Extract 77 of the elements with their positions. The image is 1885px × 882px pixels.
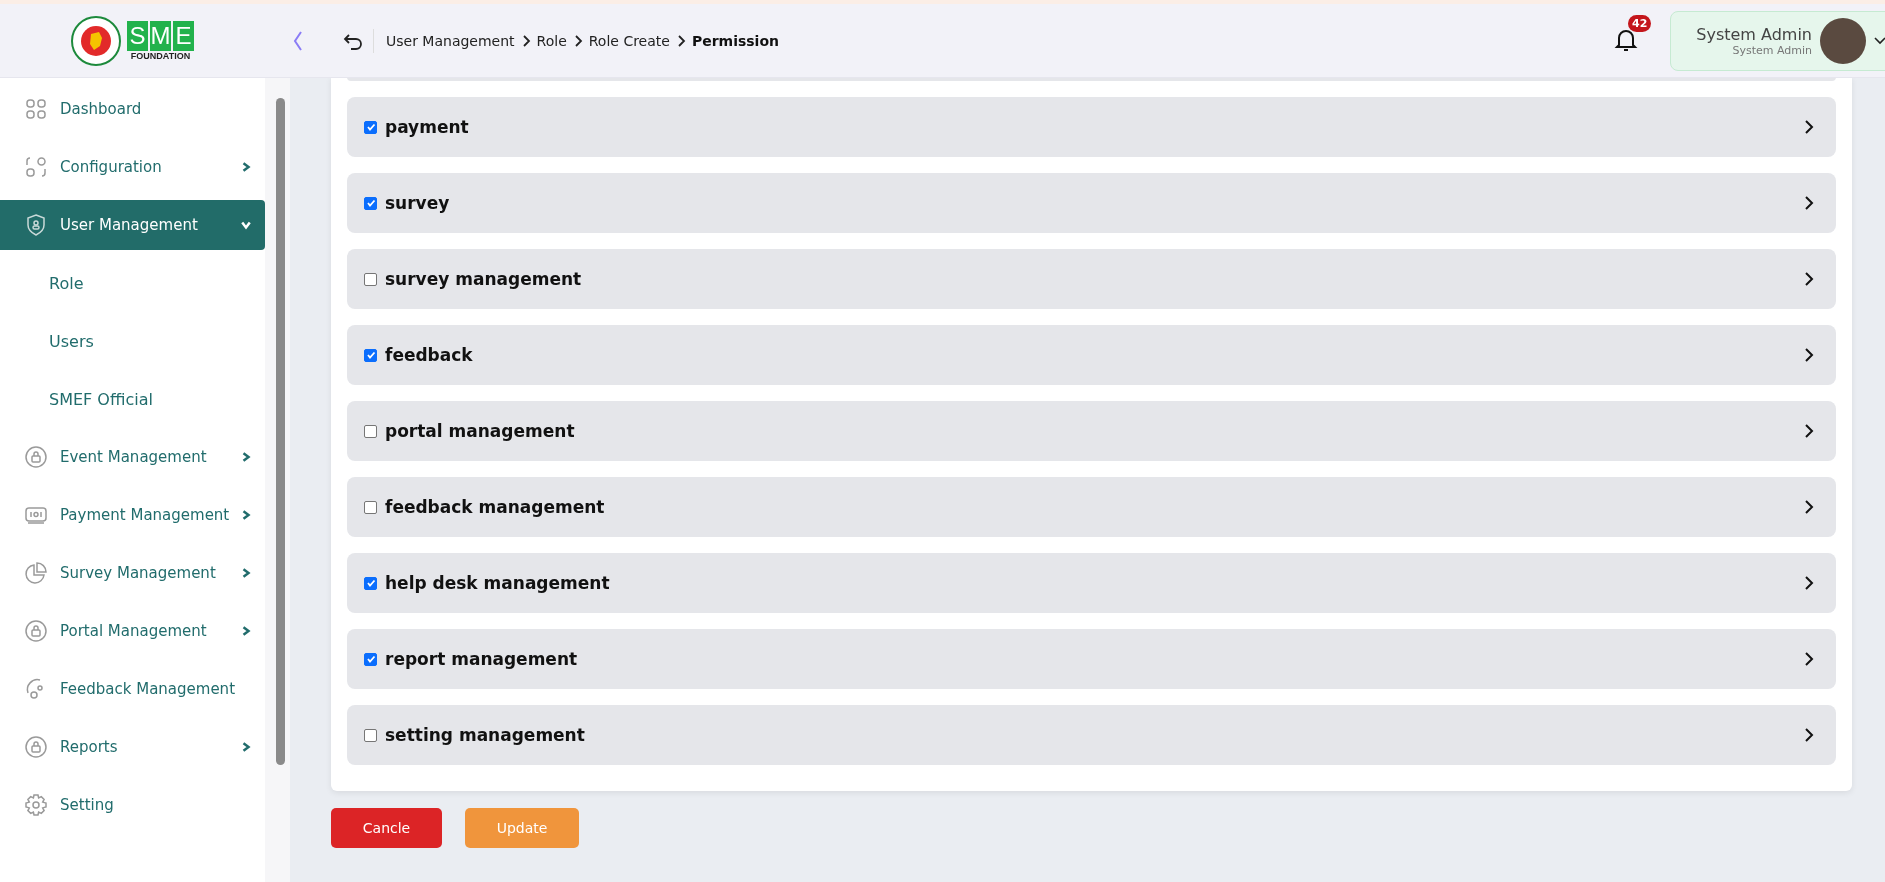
sidebar-item[interactable]: Feedback Management [0,660,265,718]
permission-label: survey [385,193,451,213]
shield-icon [24,213,48,237]
sidebar-item[interactable]: Survey Management [0,544,265,602]
checkbox[interactable] [364,500,377,514]
logo-letter: S [127,20,148,51]
checkbox[interactable] [364,576,377,590]
chevron-right-icon [520,34,531,47]
permission-panel[interactable]: setting management [347,705,1836,765]
permission-label: payment [385,117,470,137]
chevron-right-icon [675,34,686,47]
checkbox[interactable] [364,728,377,742]
lock-icon [24,619,48,643]
chevron-right-icon[interactable] [1804,195,1814,211]
sidebar-subitem[interactable]: Role [0,254,265,312]
sidebar-subitem[interactable]: Users [0,312,265,370]
logo-letter: M [150,20,171,51]
scrollbar[interactable] [265,78,290,882]
chevron-right-icon[interactable] [1804,119,1814,135]
chevron-right-icon[interactable] [1804,651,1814,667]
checkbox[interactable] [364,348,377,362]
permission-panel[interactable]: survey management [347,249,1836,309]
permission-label: portal management [385,421,576,441]
lock-icon [24,445,48,469]
sidebar-item[interactable]: User Management [0,200,265,250]
chevron-right-icon[interactable] [1804,347,1814,363]
checkbox[interactable] [364,652,377,666]
permission-panel[interactable]: portal management [347,401,1836,461]
permission-label: help desk management [385,573,611,593]
checkbox[interactable] [364,272,377,286]
permission-panel[interactable]: help desk management [347,553,1836,613]
permission-panel[interactable]: feedback [347,325,1836,385]
sidebar-item[interactable]: Portal Management [0,602,265,660]
permission-label: feedback [385,345,474,365]
pie-chart-icon [24,561,48,585]
permission-label: feedback management [385,497,606,517]
shapes-icon [24,155,48,179]
settings-icon [24,793,48,817]
checkbox[interactable] [364,196,377,210]
collapse-icon[interactable] [291,29,305,52]
permission-panel[interactable]: report management [347,629,1836,689]
chevron-right-icon[interactable] [1804,423,1814,439]
notification-badge: 42 [1628,14,1652,32]
checkbox[interactable] [364,424,377,438]
sidebar-item[interactable]: Configuration [0,138,265,196]
emblem-icon [71,15,121,66]
lock-icon [24,735,48,759]
breadcrumb-link[interactable]: User Management [386,32,515,49]
sidebar-item[interactable]: Dashboard [0,80,265,138]
chevron-right-icon[interactable] [1804,271,1814,287]
chevron-right-icon [572,34,583,47]
logo-letter: E [173,20,194,51]
user-menu[interactable]: System Admin System Admin [1670,10,1885,71]
chevron-right-icon[interactable] [1804,499,1814,515]
sidebar-item[interactable]: Reports [0,718,265,776]
permission-panel[interactable]: survey [347,173,1836,233]
cancel-button[interactable]: Cancle [331,808,442,848]
caret-icon [1874,36,1885,45]
permission-panel[interactable]: payment [347,97,1836,157]
breadcrumb-link[interactable]: Role [536,32,567,49]
permission-label: report management [385,649,579,669]
sidebar-item[interactable]: Payment Management [0,486,265,544]
sidebar-item[interactable]: Event Management [0,428,265,486]
checkbox[interactable] [364,120,377,134]
breadcrumb-link[interactable]: Role Create [588,32,670,49]
logo-text: FOUNDATION [130,50,191,61]
permission-panel[interactable]: feedback management [347,477,1836,537]
avatar-placeholder [1820,17,1866,64]
chevron-right-icon[interactable] [1804,575,1814,591]
sidebar-item[interactable]: Setting [0,776,265,834]
user-name: System Admin [1696,24,1812,44]
sidebar-subitem[interactable]: SMEF Official [0,370,265,428]
user-role: System Admin [1732,43,1812,57]
permission-label: survey management [385,269,583,289]
grid-icon [24,97,48,121]
chevron-right-icon[interactable] [1804,727,1814,743]
permission-label: setting management [385,725,586,745]
